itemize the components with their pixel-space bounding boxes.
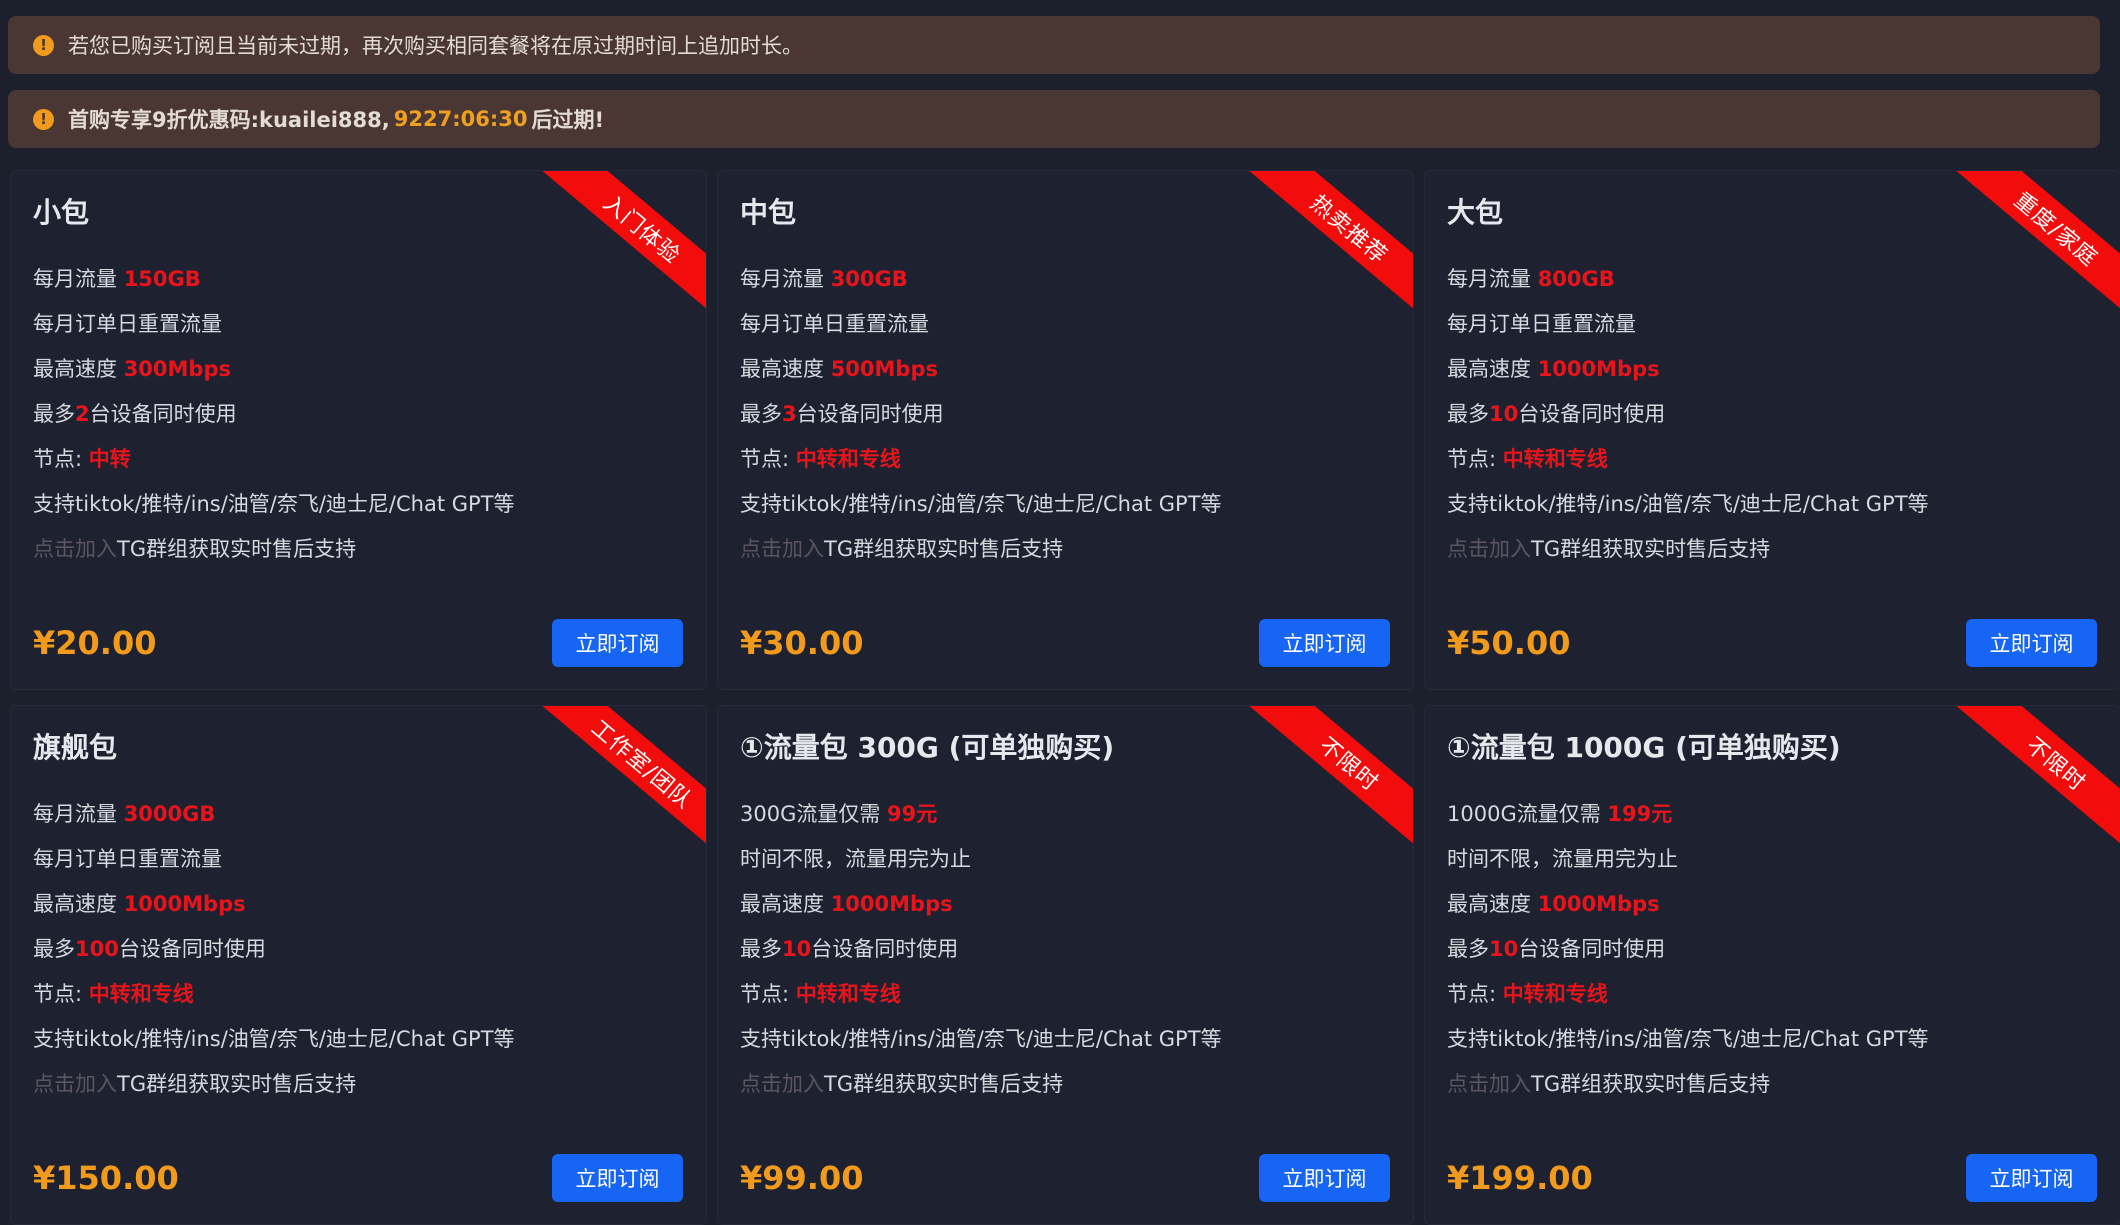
feature-reset: 每月订单日重置流量 <box>1447 312 1636 336</box>
feature-speed: 最高速度 1000Mbps <box>740 892 953 916</box>
feature-devices: 最多10台设备同时使用 <box>1447 402 1666 426</box>
promo-countdown: 9227:06:30 <box>393 107 528 131</box>
join-tg-link[interactable]: 点击加入 <box>740 1072 824 1096</box>
feature-nodes: 节点: 中转和专线 <box>740 982 901 1006</box>
feature-nodes: 节点: 中转和专线 <box>33 982 194 1006</box>
feature-services: 支持tiktok/推特/ins/油管/奈飞/迪士尼/Chat GPT等 <box>33 1027 515 1051</box>
renewal-notice: ! 若您已购买订阅且当前未过期，再次购买相同套餐将在原过期时间上追加时长。 <box>8 16 2100 74</box>
feature-nodes: 节点: 中转和专线 <box>1447 447 1608 471</box>
feature-nodes: 节点: 中转和专线 <box>740 447 901 471</box>
feature-devices: 最多10台设备同时使用 <box>1447 937 1666 961</box>
promo-code-text: 首购专享9折优惠码:kuailei888, <box>68 108 390 132</box>
plan-price: ¥20.00 <box>33 624 157 662</box>
feature-traffic: 每月流量 150GB <box>33 267 201 291</box>
feature-nodes: 节点: 中转 <box>33 447 131 471</box>
subscribe-button[interactable]: 立即订阅 <box>1259 1154 1390 1202</box>
feature-support: 点击加入TG群组获取实时售后支持 <box>740 537 1064 561</box>
feature-support: 点击加入TG群组获取实时售后支持 <box>1447 537 1771 561</box>
plan-price: ¥99.00 <box>740 1159 864 1197</box>
plan-grid: 入门体验 小包 每月流量 150GB 每月订单日重置流量 最高速度 300Mbp… <box>10 170 2120 1225</box>
plan-footer: ¥150.00 立即订阅 <box>33 1154 683 1202</box>
feature-reset: 时间不限，流量用完为止 <box>740 847 971 871</box>
subscribe-button[interactable]: 立即订阅 <box>552 1154 683 1202</box>
join-tg-link[interactable]: 点击加入 <box>740 537 824 561</box>
feature-support: 点击加入TG群组获取实时售后支持 <box>1447 1072 1771 1096</box>
feature-reset: 每月订单日重置流量 <box>33 312 222 336</box>
feature-reset: 每月订单日重置流量 <box>740 312 929 336</box>
plan-card: 入门体验 小包 每月流量 150GB 每月订单日重置流量 最高速度 300Mbp… <box>10 170 707 690</box>
plan-footer: ¥50.00 立即订阅 <box>1447 619 2097 667</box>
feature-speed: 最高速度 1000Mbps <box>1447 892 1660 916</box>
feature-devices: 最多100台设备同时使用 <box>33 937 266 961</box>
feature-traffic: 每月流量 300GB <box>740 267 908 291</box>
plan-price: ¥50.00 <box>1447 624 1571 662</box>
plan-price: ¥150.00 <box>33 1159 179 1197</box>
promo-notice: ! 首购专享9折优惠码:kuailei888, 9227:06:30 后过期! <box>8 90 2100 148</box>
feature-traffic: 每月流量 3000GB <box>33 802 216 826</box>
plan-card: 重度/家庭 大包 每月流量 800GB 每月订单日重置流量 最高速度 1000M… <box>1424 170 2120 690</box>
plan-footer: ¥20.00 立即订阅 <box>33 619 683 667</box>
feature-reset: 每月订单日重置流量 <box>33 847 222 871</box>
join-tg-link[interactable]: 点击加入 <box>1447 1072 1531 1096</box>
subscribe-button[interactable]: 立即订阅 <box>552 619 683 667</box>
plan-price: ¥199.00 <box>1447 1159 1593 1197</box>
feature-services: 支持tiktok/推特/ins/油管/奈飞/迪士尼/Chat GPT等 <box>33 492 515 516</box>
feature-devices: 最多10台设备同时使用 <box>740 937 959 961</box>
feature-traffic: 每月流量 800GB <box>1447 267 1615 291</box>
subscribe-button[interactable]: 立即订阅 <box>1966 1154 2097 1202</box>
warning-icon: ! <box>33 108 54 130</box>
feature-devices: 最多2台设备同时使用 <box>33 402 237 426</box>
feature-support: 点击加入TG群组获取实时售后支持 <box>740 1072 1064 1096</box>
feature-traffic: 1000G流量仅需 199元 <box>1447 802 1673 826</box>
feature-services: 支持tiktok/推特/ins/油管/奈飞/迪士尼/Chat GPT等 <box>1447 1027 1929 1051</box>
subscribe-button[interactable]: 立即订阅 <box>1259 619 1390 667</box>
feature-services: 支持tiktok/推特/ins/油管/奈飞/迪士尼/Chat GPT等 <box>740 1027 1222 1051</box>
feature-speed: 最高速度 300Mbps <box>33 357 231 381</box>
feature-services: 支持tiktok/推特/ins/油管/奈飞/迪士尼/Chat GPT等 <box>1447 492 1929 516</box>
feature-support: 点击加入TG群组获取实时售后支持 <box>33 537 357 561</box>
feature-traffic: 300G流量仅需 99元 <box>740 802 938 826</box>
plan-price: ¥30.00 <box>740 624 864 662</box>
feature-devices: 最多3台设备同时使用 <box>740 402 944 426</box>
plan-footer: ¥199.00 立即订阅 <box>1447 1154 2097 1202</box>
plan-card: 热卖推荐 中包 每月流量 300GB 每月订单日重置流量 最高速度 500Mbp… <box>717 170 1414 690</box>
feature-reset: 时间不限，流量用完为止 <box>1447 847 1678 871</box>
warning-icon: ! <box>33 34 54 56</box>
plan-card: 不限时 ①流量包 1000G (可单独购买) 1000G流量仅需 199元 时间… <box>1424 705 2120 1225</box>
join-tg-link[interactable]: 点击加入 <box>33 1072 117 1096</box>
feature-speed: 最高速度 1000Mbps <box>33 892 246 916</box>
feature-nodes: 节点: 中转和专线 <box>1447 982 1608 1006</box>
plan-footer: ¥30.00 立即订阅 <box>740 619 1390 667</box>
feature-speed: 最高速度 1000Mbps <box>1447 357 1660 381</box>
feature-speed: 最高速度 500Mbps <box>740 357 938 381</box>
plan-card: 不限时 ①流量包 300G (可单独购买) 300G流量仅需 99元 时间不限，… <box>717 705 1414 1225</box>
feature-services: 支持tiktok/推特/ins/油管/奈飞/迪士尼/Chat GPT等 <box>740 492 1222 516</box>
feature-support: 点击加入TG群组获取实时售后支持 <box>33 1072 357 1096</box>
plan-footer: ¥99.00 立即订阅 <box>740 1154 1390 1202</box>
renewal-notice-text: 若您已购买订阅且当前未过期，再次购买相同套餐将在原过期时间上追加时长。 <box>68 34 803 58</box>
join-tg-link[interactable]: 点击加入 <box>33 537 117 561</box>
plan-card: 工作室/团队 旗舰包 每月流量 3000GB 每月订单日重置流量 最高速度 10… <box>10 705 707 1225</box>
promo-suffix: 后过期! <box>531 108 605 132</box>
join-tg-link[interactable]: 点击加入 <box>1447 537 1531 561</box>
subscribe-button[interactable]: 立即订阅 <box>1966 619 2097 667</box>
